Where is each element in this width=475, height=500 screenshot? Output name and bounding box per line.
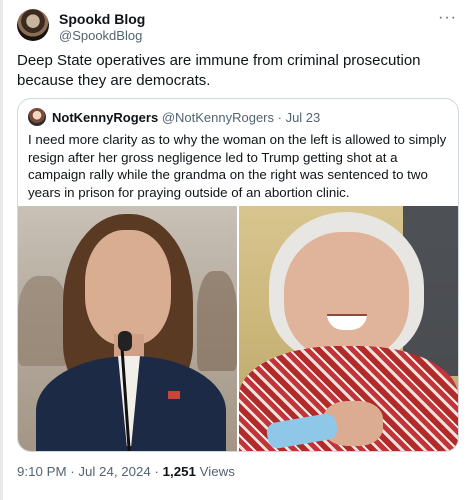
author-avatar[interactable] (17, 9, 49, 41)
quoted-separator: · (274, 110, 286, 125)
tweet-meta: 9:10 PM · Jul 24, 2024 · 1,251 Views (17, 464, 235, 479)
left-divider (0, 0, 3, 500)
photo-face (284, 232, 409, 360)
quoted-image-right[interactable] (239, 206, 458, 451)
tweet-text: Deep State operatives are immune from cr… (17, 52, 421, 89)
quoted-author-avatar[interactable] (28, 108, 46, 126)
tweet-header: Spookd Blog @SpookdBlog ··· (17, 9, 465, 43)
quoted-image-left[interactable] (18, 206, 237, 451)
more-horizontal-icon[interactable]: ··· (438, 9, 457, 27)
meta-separator: · (150, 464, 163, 479)
tweet-time[interactable]: 9:10 PM (17, 464, 67, 479)
microphone-icon (118, 331, 132, 351)
views-count[interactable]: 1,251 (163, 464, 196, 479)
author-handle[interactable]: @SpookdBlog (59, 28, 142, 43)
author-name[interactable]: Spookd Blog (59, 11, 145, 27)
quoted-tweet-text: I need more clarity as to why the woman … (28, 132, 447, 200)
background-person (197, 271, 237, 371)
meta-separator: · (66, 464, 79, 479)
tweet-date[interactable]: Jul 24, 2024 (78, 464, 150, 479)
flag-pin (168, 391, 180, 399)
background-person (18, 276, 68, 366)
tweet: Spookd Blog @SpookdBlog ··· Deep State o… (17, 0, 465, 500)
views-label: Views (195, 464, 235, 479)
quoted-author-name[interactable]: NotKennyRogers (52, 110, 158, 125)
quoted-date[interactable]: Jul 23 (286, 110, 321, 125)
photo-face (85, 230, 171, 345)
quoted-tweet[interactable]: NotKennyRogers @NotKennyRogers · Jul 23 … (17, 98, 459, 452)
quoted-author-handle[interactable]: @NotKennyRogers (162, 110, 274, 125)
quoted-tweet-header: NotKennyRogers @NotKennyRogers · Jul 23 (52, 110, 320, 125)
